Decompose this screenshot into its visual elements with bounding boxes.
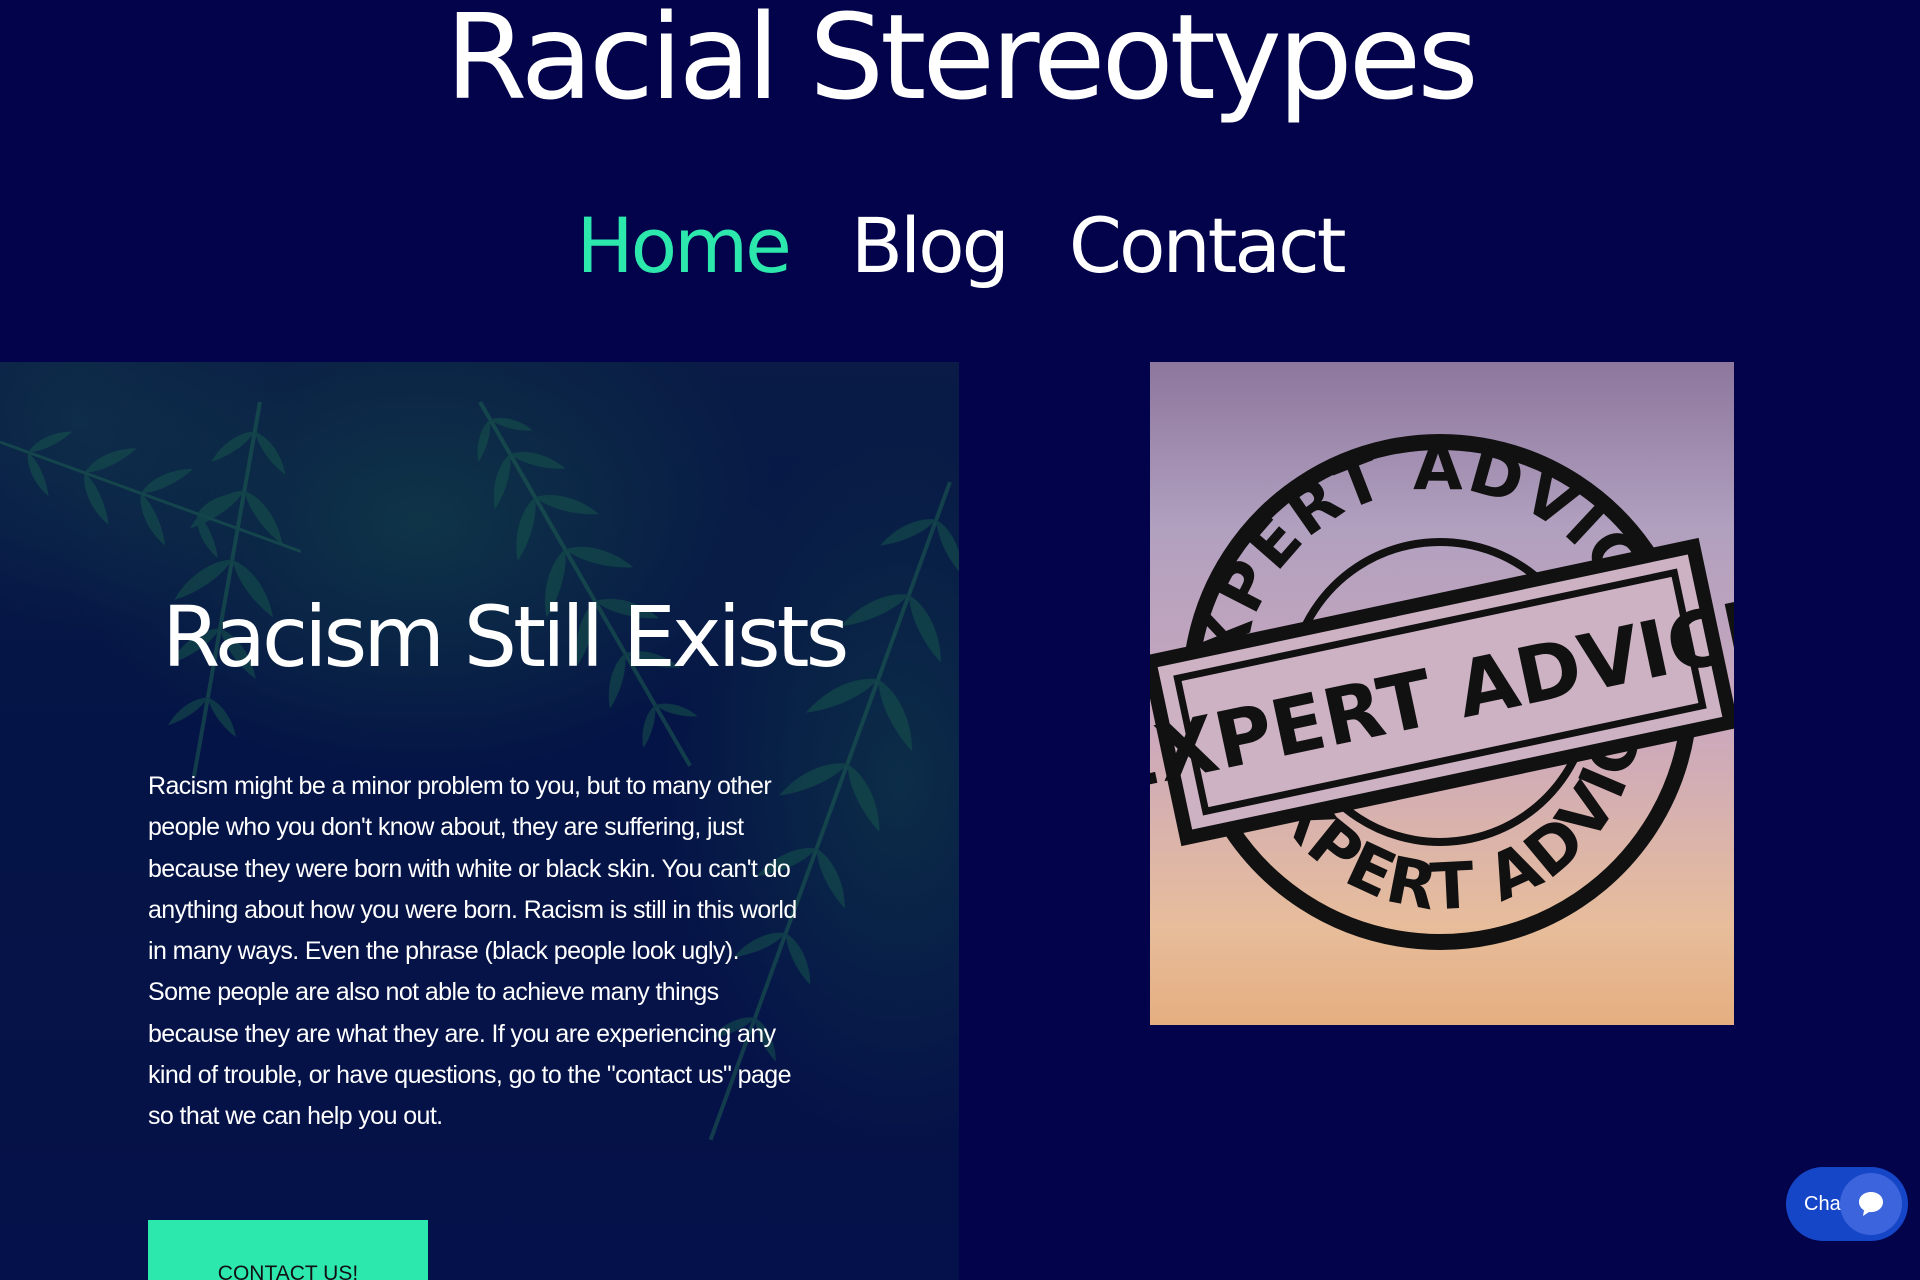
site-title: Racial Stereotypes [445, 0, 1479, 126]
hero-section: Racism Still Exists Racism might be a mi… [0, 362, 959, 1280]
chat-widget-button[interactable]: Chat [1786, 1167, 1908, 1241]
contact-us-button[interactable]: CONTACT US! [148, 1220, 428, 1280]
hero-heading: Racism Still Exists [162, 588, 849, 686]
nav-item-home[interactable]: Home [576, 198, 791, 294]
hero-body-text: Racism might be a minor problem to you, … [148, 772, 797, 1131]
expert-advice-image: EXPERT ADVICE EXPERT ADVICE EXPERT ADVIC… [1150, 362, 1734, 1025]
chat-bubble-icon [1840, 1173, 1902, 1235]
main-nav: Home Blog Contact [0, 198, 1920, 294]
expert-advice-stamp-graphic: EXPERT ADVICE EXPERT ADVICE EXPERT ADVIC… [1150, 384, 1734, 965]
nav-item-contact[interactable]: Contact [1069, 198, 1347, 294]
nav-item-blog[interactable]: Blog [851, 198, 1010, 294]
